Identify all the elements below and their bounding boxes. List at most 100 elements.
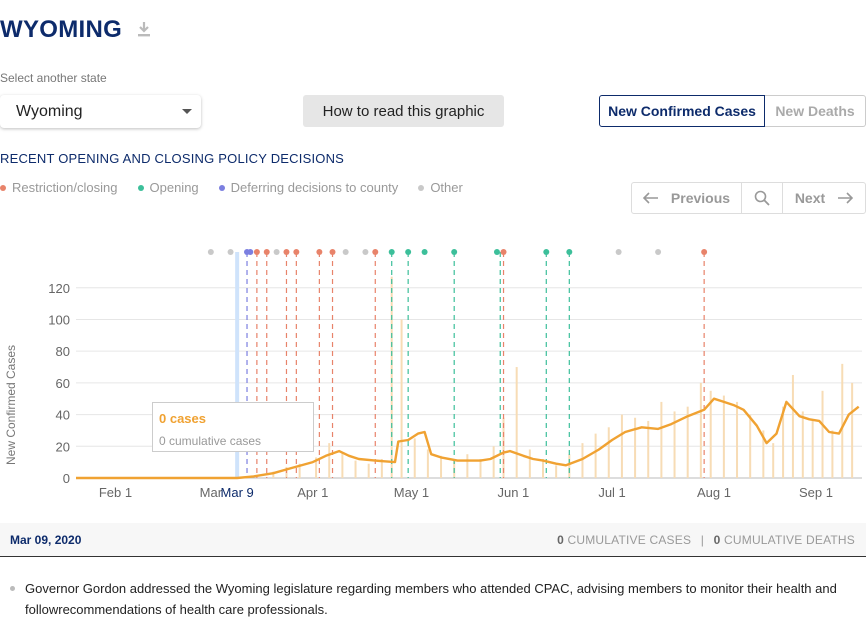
- daily-case-bar: [660, 401, 663, 478]
- previous-button[interactable]: Previous: [632, 183, 742, 213]
- state-select-value: Wyoming: [16, 102, 83, 120]
- policy-event-dot: [247, 249, 254, 255]
- cum-cases-value: 0: [557, 533, 564, 547]
- daily-case-bar: [528, 449, 531, 478]
- policy-event-dot: [362, 249, 369, 255]
- policy-event-dot: [283, 249, 290, 255]
- policy-event-dot: [405, 249, 412, 255]
- title-row: WYOMING: [0, 14, 154, 46]
- next-label: Next: [794, 190, 826, 206]
- cases-chart[interactable]: 0 20 40 60 80 100 120 New Confirmed Cases Feb 1 M…: [0, 236, 866, 506]
- chart-tooltip: 0 cases 0 cumulative cases: [152, 402, 314, 452]
- new-cases-tab[interactable]: New Confirmed Cases: [599, 95, 765, 127]
- daily-case-bar: [413, 438, 416, 478]
- daily-case-bar: [555, 465, 558, 478]
- daily-case-bar: [647, 420, 650, 478]
- x-tick-label: Jul 1: [598, 485, 625, 500]
- policy-event-dot: [493, 249, 500, 255]
- daily-case-bar: [722, 395, 725, 478]
- search-button[interactable]: [742, 183, 783, 213]
- policy-event-dot: [615, 249, 622, 255]
- legend-item-restriction: Restriction/closing: [0, 180, 118, 195]
- policy-event-dot: [263, 249, 270, 255]
- previous-label: Previous: [670, 190, 731, 206]
- download-icon[interactable]: [136, 20, 154, 40]
- policy-event-dot: [655, 249, 662, 255]
- selected-date: Mar 09, 2020: [10, 533, 82, 547]
- tooltip-cases: 0 cases: [159, 411, 206, 426]
- state-select[interactable]: Wyoming: [0, 95, 201, 128]
- legend-item-deferring: Deferring decisions to county: [218, 180, 398, 195]
- x-tick-label: Aug 1: [697, 485, 731, 500]
- policy-event-dot: [227, 249, 234, 255]
- y-tick-label: 80: [56, 344, 70, 359]
- legend-dot: [0, 184, 6, 191]
- legend-dot: [418, 184, 425, 191]
- daily-case-bar: [791, 374, 794, 478]
- cum-deaths-label: CUMULATIVE DEATHS: [724, 533, 855, 547]
- daily-case-bar: [811, 420, 814, 478]
- legend-dot: [218, 184, 225, 191]
- policy-event-dot: [566, 249, 573, 255]
- y-axis-label: New Confirmed Cases: [4, 345, 18, 465]
- new-deaths-tab[interactable]: New Deaths: [765, 95, 866, 127]
- policy-event-dot: [316, 249, 323, 255]
- policy-event-dot: [342, 249, 349, 255]
- arrow-left-icon: [642, 192, 658, 204]
- x-tick-label: Jun 1: [497, 485, 529, 500]
- policy-event-dot: [273, 249, 280, 255]
- policy-event-dot: [543, 249, 550, 255]
- daily-case-bar: [594, 433, 597, 478]
- metric-toggle: New Confirmed Cases New Deaths: [599, 95, 866, 127]
- daily-case-bar: [466, 454, 469, 478]
- daily-case-bar: [354, 460, 357, 478]
- policy-legend: Restriction/closing Opening Deferring de…: [0, 180, 483, 195]
- legend-label: Opening: [149, 180, 199, 195]
- legend-dot: [137, 184, 144, 191]
- y-tick-label: 60: [56, 376, 70, 391]
- daily-case-bar: [736, 401, 739, 478]
- policy-event-dot: [421, 249, 428, 255]
- daily-case-bar: [772, 443, 775, 478]
- daily-case-bar: [400, 319, 403, 478]
- daily-case-bar: [479, 458, 482, 478]
- daily-case-bar: [821, 390, 824, 478]
- cumulative-stats: 0 CUMULATIVE CASES | 0 CUMULATIVE DEATHS: [557, 533, 855, 547]
- legend-label: Restriction/closing: [12, 180, 118, 195]
- magnifier-icon: [754, 190, 770, 206]
- how-to-read-button[interactable]: How to read this graphic: [303, 95, 504, 127]
- y-tick-label: 120: [48, 281, 70, 296]
- state-select-label: Select another state: [0, 71, 107, 85]
- daily-case-bar: [851, 382, 854, 478]
- cum-deaths-value: 0: [713, 533, 721, 547]
- daily-case-bar: [607, 427, 610, 478]
- daily-case-bar: [749, 414, 752, 478]
- y-tick-label: 100: [48, 312, 70, 327]
- cum-cases-label: CUMULATIVE CASES: [567, 533, 692, 547]
- daily-case-bar: [831, 430, 834, 478]
- policy-event-dot: [293, 249, 300, 255]
- daily-case-bar: [620, 414, 623, 478]
- selected-date-label: Mar 9: [221, 485, 254, 500]
- daily-case-bar: [841, 363, 844, 478]
- daily-case-bar: [367, 463, 370, 478]
- daily-case-bar: [426, 449, 429, 478]
- daily-case-bar: [341, 452, 344, 478]
- x-tick-label: Apr 1: [297, 485, 328, 500]
- stats-separator: |: [700, 533, 705, 547]
- daily-case-bar: [699, 382, 702, 478]
- policy-pager: Previous Next: [631, 182, 866, 214]
- legend-label: Other: [430, 180, 463, 195]
- note-text: Governor Gordon addressed the Wyoming le…: [25, 581, 837, 617]
- x-tick-label: May 1: [394, 485, 429, 500]
- x-tick-label: Mar: [200, 485, 223, 500]
- daily-case-bar: [440, 455, 443, 478]
- policy-event-dot: [253, 249, 260, 255]
- policy-event-dot: [388, 249, 395, 255]
- next-button[interactable]: Next: [783, 183, 865, 213]
- policy-event-dot: [329, 249, 336, 255]
- daily-case-bar: [568, 454, 571, 478]
- note-bullet: [10, 586, 15, 591]
- y-tick-label: 40: [56, 408, 70, 423]
- policy-heading: RECENT OPENING AND CLOSING POLICY DECISI…: [0, 151, 345, 166]
